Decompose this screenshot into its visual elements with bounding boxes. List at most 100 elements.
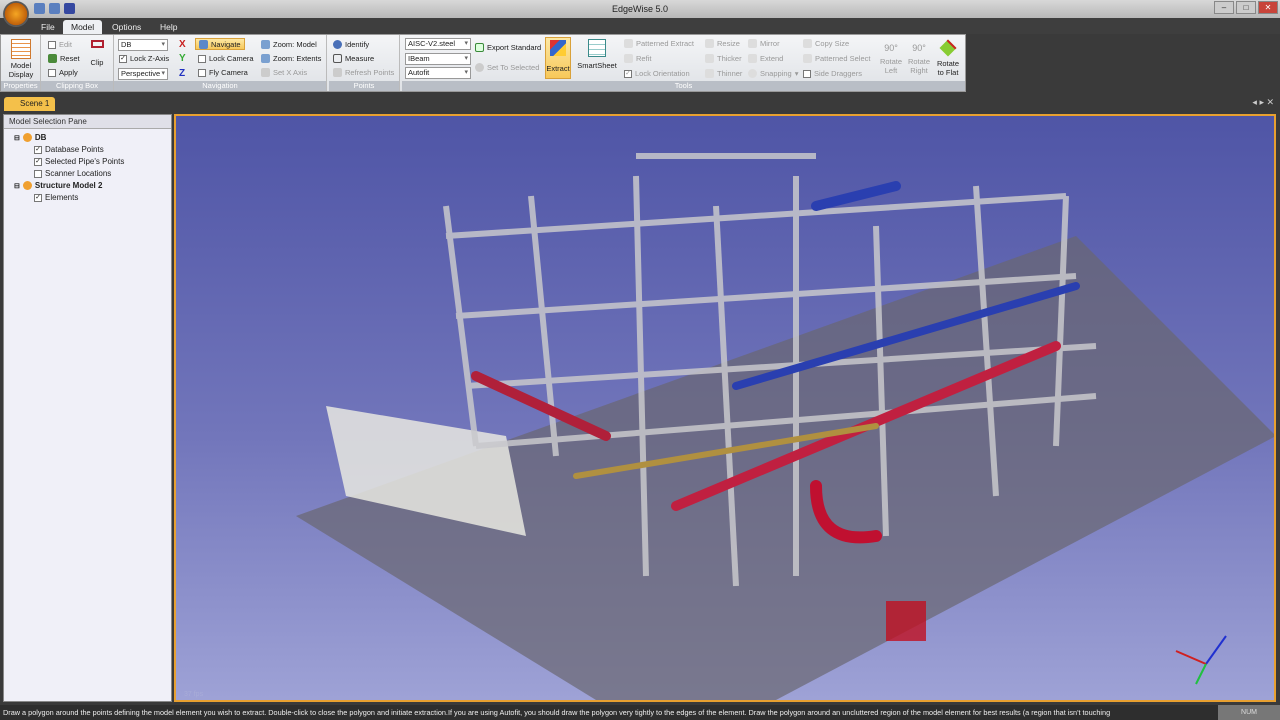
copy-size-icon [803, 39, 812, 48]
navigate-button[interactable]: Navigate [195, 38, 245, 50]
checkbox: ✓ [119, 54, 127, 63]
extend-button[interactable]: Extend [748, 54, 783, 63]
checkbox[interactable]: ✓ [34, 157, 42, 166]
tree-node-elements[interactable]: ✓ Elements [34, 193, 78, 202]
checkbox [198, 54, 206, 63]
clip-button[interactable]: Clip [86, 40, 108, 67]
close-document-icon[interactable]: ◂ ▸ ✕ [1252, 97, 1274, 108]
undo-icon[interactable] [34, 3, 45, 14]
maximize-button[interactable]: □ [1236, 1, 1256, 14]
identify-button[interactable]: Identify [333, 40, 369, 49]
lock-orientation-toggle[interactable]: ✓ Lock Orientation [624, 69, 690, 78]
edit-button[interactable]: Edit [48, 40, 72, 49]
set-to-selected-button[interactable]: Set To Selected [475, 63, 539, 72]
rotate-right-button[interactable]: 90° Rotate Right [906, 39, 932, 75]
gear-icon [475, 63, 484, 72]
group-label: Clipping Box [41, 81, 113, 91]
measure-button[interactable]: Measure [333, 54, 374, 63]
checkbox[interactable]: ✓ [34, 193, 42, 202]
checkbox[interactable] [34, 169, 42, 178]
collapse-icon[interactable]: ⊟ [14, 182, 20, 190]
patterned-extract-button[interactable]: Patterned Extract [624, 39, 694, 48]
group-label: Points [329, 81, 399, 91]
tab-help[interactable]: Help [152, 20, 185, 34]
num-lock-indicator: NUM [1218, 705, 1280, 720]
mirror-button[interactable]: Mirror [748, 39, 780, 48]
extract-icon [550, 40, 566, 56]
zoom-model-button[interactable]: Zoom: Model [261, 40, 317, 49]
title-bar: EdgeWise 5.0 [0, 0, 1280, 18]
collapse-icon[interactable]: ⊟ [14, 134, 20, 142]
close-button[interactable]: ✕ [1258, 1, 1278, 14]
shape-select[interactable]: IBeam [405, 53, 471, 65]
lock-z-axis-toggle[interactable]: ✓ Lock Z-Axis [119, 54, 169, 63]
thicker-button[interactable]: Thicker [705, 54, 742, 63]
thicker-icon [705, 54, 714, 63]
group-navigation: DB ✓Lock Z-Axis Perspective X Y Z Naviga… [114, 35, 327, 91]
y-axis-button[interactable]: Y [179, 53, 186, 64]
tab-model[interactable]: Model [63, 20, 103, 34]
apply-button[interactable]: Apply [48, 68, 78, 77]
thinner-button[interactable]: Thinner [705, 69, 742, 78]
edit-checkbox[interactable] [48, 40, 56, 49]
navigate-icon [199, 39, 208, 49]
redo-icon[interactable] [49, 3, 60, 14]
set-x-axis-button[interactable]: Set X Axis [261, 68, 307, 77]
tab-scene-1[interactable]: Scene 1 [4, 97, 56, 111]
extend-icon [748, 54, 757, 63]
projection-select[interactable]: Perspective [118, 68, 168, 80]
patterned-select-button[interactable]: Patterned Select [803, 54, 870, 63]
lock-camera-toggle[interactable]: Lock Camera [198, 54, 254, 63]
smartsheet-button[interactable]: SmartSheet [577, 39, 617, 70]
snapping-dropdown[interactable]: Snapping ▾ [748, 69, 798, 78]
mirror-icon [748, 39, 757, 48]
side-draggers-toggle[interactable]: Side Draggers [803, 69, 862, 78]
quick-access-toolbar [34, 3, 75, 14]
group-clipping-box: Edit Reset Apply Clip Clipping Box [41, 35, 114, 91]
tree-node-db[interactable]: ⊟ DB [14, 133, 46, 142]
export-standard-button[interactable]: Export Standard [475, 43, 541, 52]
document-tab-bar: Scene 1 ◂ ▸ ✕ [0, 95, 1280, 111]
x-axis-button[interactable]: X [179, 39, 186, 50]
rotate-to-flat-button[interactable]: Rotate to Flat [934, 39, 962, 77]
export-icon [475, 43, 484, 52]
spreadsheet-icon [588, 39, 606, 57]
app-menu-button[interactable] [3, 1, 29, 27]
tree-node-structure-model[interactable]: ⊟ Structure Model 2 [14, 181, 102, 190]
3d-viewport[interactable]: 37 fps [174, 114, 1276, 702]
refresh-points-button[interactable]: Refresh Points [333, 68, 394, 77]
standard-select[interactable]: AISC-V2.steel [405, 38, 471, 50]
model-display-button[interactable]: Model Display [5, 39, 37, 79]
resize-button[interactable]: Resize [705, 39, 740, 48]
rotate-left-button[interactable]: 90° Rotate Left [878, 39, 904, 75]
zoom-extents-button[interactable]: Zoom: Extents [261, 54, 321, 63]
tab-file[interactable]: File [33, 20, 63, 34]
fly-camera-toggle[interactable]: Fly Camera [198, 68, 248, 77]
apply-checkbox[interactable] [48, 68, 56, 77]
clip-box-icon [90, 40, 104, 48]
fps-counter: 37 fps [184, 691, 204, 698]
z-axis-button[interactable]: Z [179, 68, 185, 79]
window-title: EdgeWise 5.0 [611, 4, 669, 14]
checkbox[interactable]: ✓ [34, 145, 42, 154]
tree-node-database-points[interactable]: ✓ Database Points [34, 145, 104, 154]
reset-icon [48, 54, 57, 63]
point-cloud-scene [296, 153, 1274, 700]
fit-select[interactable]: Autofit [405, 67, 471, 79]
tree-node-selected-pipes-points[interactable]: ✓ Selected Pipe's Points [34, 157, 124, 166]
save-icon[interactable] [64, 3, 75, 14]
group-tools: AISC-V2.steel IBeam Autofit Export Stand… [402, 35, 965, 91]
tab-options[interactable]: Options [104, 20, 149, 34]
red-equipment [886, 601, 926, 641]
tree-node-scanner-locations[interactable]: Scanner Locations [34, 169, 111, 178]
axes-gizmo-icon [1175, 635, 1227, 685]
thinner-icon [705, 69, 714, 78]
minimize-button[interactable]: – [1214, 1, 1234, 14]
extract-button[interactable]: Extract [545, 37, 571, 79]
checkbox: ✓ [624, 69, 632, 78]
reset-button[interactable]: Reset [48, 54, 80, 63]
ribbon-tabs: File Model Options Help [0, 18, 1280, 34]
refit-button[interactable]: Refit [624, 54, 651, 63]
copy-size-button[interactable]: Copy Size [803, 39, 849, 48]
db-select[interactable]: DB [118, 39, 168, 51]
